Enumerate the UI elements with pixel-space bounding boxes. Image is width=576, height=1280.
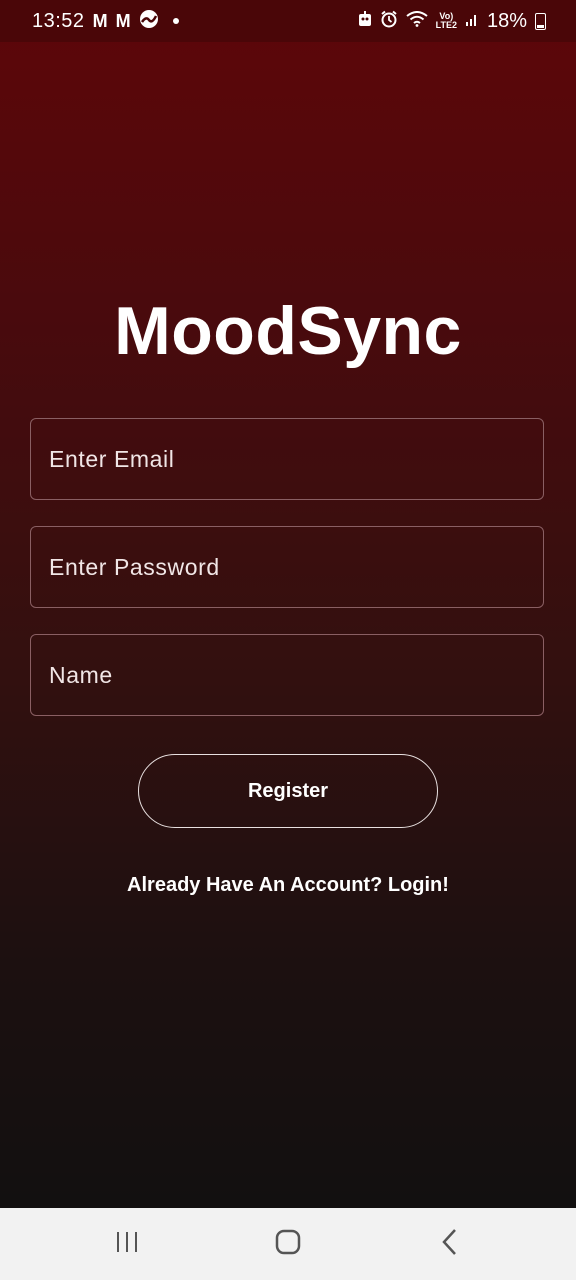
app-screen: 13:52 M M Vo) LTE2 18% MoodSync Enter Em… bbox=[0, 0, 576, 1208]
home-button[interactable] bbox=[240, 1208, 336, 1280]
email-field[interactable] bbox=[30, 418, 544, 500]
app-notification-icon bbox=[139, 9, 159, 34]
recent-apps-icon bbox=[115, 1230, 139, 1259]
gmail-icon: M bbox=[92, 11, 108, 31]
password-field[interactable] bbox=[30, 526, 544, 608]
battery-icon bbox=[535, 12, 546, 30]
back-icon bbox=[440, 1228, 460, 1261]
status-bar: 13:52 M M Vo) LTE2 18% bbox=[0, 0, 576, 42]
more-notifications-icon bbox=[172, 18, 179, 24]
battery-percent: 18% bbox=[486, 9, 527, 32]
register-button[interactable]: Register bbox=[138, 754, 438, 828]
wifi-icon bbox=[406, 10, 428, 32]
status-left: 13:52 M M bbox=[32, 9, 179, 34]
navigation-bar bbox=[0, 1208, 576, 1280]
recent-apps-button[interactable] bbox=[79, 1208, 175, 1280]
back-button[interactable] bbox=[402, 1208, 498, 1280]
robot-icon bbox=[358, 10, 372, 32]
status-right: Vo) LTE2 18% bbox=[358, 10, 546, 33]
app-title: MoodSync bbox=[114, 293, 462, 369]
home-icon bbox=[275, 1229, 301, 1260]
alarm-icon bbox=[380, 10, 398, 33]
volte-indicator: Vo) LTE2 bbox=[436, 12, 457, 30]
gmail-icon-2: M bbox=[115, 11, 131, 31]
status-time: 13:52 bbox=[32, 9, 85, 32]
volte-bottom: LTE2 bbox=[435, 20, 457, 30]
login-link[interactable]: Already Have An Account? Login! bbox=[0, 874, 576, 897]
signal-icon bbox=[465, 12, 479, 31]
name-field[interactable] bbox=[30, 634, 544, 716]
